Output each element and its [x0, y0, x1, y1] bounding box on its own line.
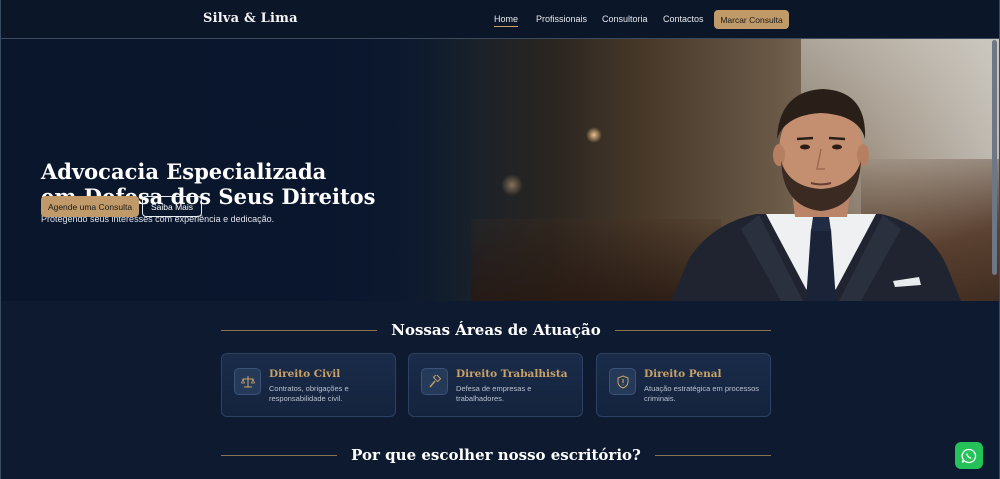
hero-bokeh-light [586, 127, 602, 143]
schedule-consultation-button[interactable]: Agende uma Consulta [41, 196, 139, 217]
scales-icon [234, 368, 261, 395]
navbar: Silva & Lima Home Profissionais Consulto… [1, 0, 999, 39]
practice-card-description: Contratos, obrigações e responsabilidade… [269, 384, 349, 403]
practice-areas-heading: Nossas Áreas de Atuação [221, 321, 772, 339]
gavel-icon [421, 368, 448, 395]
practice-card-description: Atuação estratégica em processos crimina… [644, 384, 760, 403]
practice-card-title: Direito Penal [644, 368, 722, 380]
shield-icon [609, 368, 636, 395]
practice-card-description: Defesa de empresas e trabalhadores. [456, 384, 532, 403]
nav-link-contactos[interactable]: Contactos [663, 14, 704, 24]
hero-bokeh-light [501, 174, 523, 196]
whatsapp-icon [961, 448, 977, 463]
page-scrollbar[interactable] [990, 0, 998, 479]
nav-link-consultoria[interactable]: Consultoria [602, 14, 648, 24]
practice-card-title: Direito Trabalhista [456, 368, 568, 380]
why-choose-heading: Por que escolher nosso escritório? [221, 446, 771, 464]
heading-divider-left [221, 329, 378, 331]
brand-logo[interactable]: Silva & Lima [203, 11, 298, 26]
nav-link-home[interactable]: Home [494, 14, 519, 27]
learn-more-button[interactable]: Saiba Mais [142, 196, 202, 217]
whatsapp-button[interactable] [955, 442, 983, 469]
heading-divider-right [614, 329, 772, 331]
practice-card-title: Direito Civil [269, 368, 341, 380]
nav-link-profissionais[interactable]: Profissionais [536, 14, 587, 24]
hero-section: Advocacia Especializada em Defesa dos Se… [1, 39, 999, 301]
hero-title-line1: Advocacia Especializada [41, 159, 327, 184]
practice-card-labor[interactable]: Direito Trabalhista Defesa de empresas e… [408, 353, 583, 417]
heading-divider-left [221, 454, 338, 456]
page: Silva & Lima Home Profissionais Consulto… [0, 0, 1000, 479]
scrollbar-thumb[interactable] [992, 40, 997, 275]
practice-areas-title: Nossas Áreas de Atuação [391, 321, 601, 339]
lawyer-portrait-image [671, 89, 961, 301]
practice-card-criminal[interactable]: Direito Penal Atuação estratégica em pro… [596, 353, 771, 417]
heading-divider-right [654, 454, 771, 456]
why-choose-title: Por que escolher nosso escritório? [351, 446, 641, 464]
book-consultation-button[interactable]: Marcar Consulta [714, 10, 789, 29]
practice-card-civil[interactable]: Direito Civil Contratos, obrigações e re… [221, 353, 396, 417]
